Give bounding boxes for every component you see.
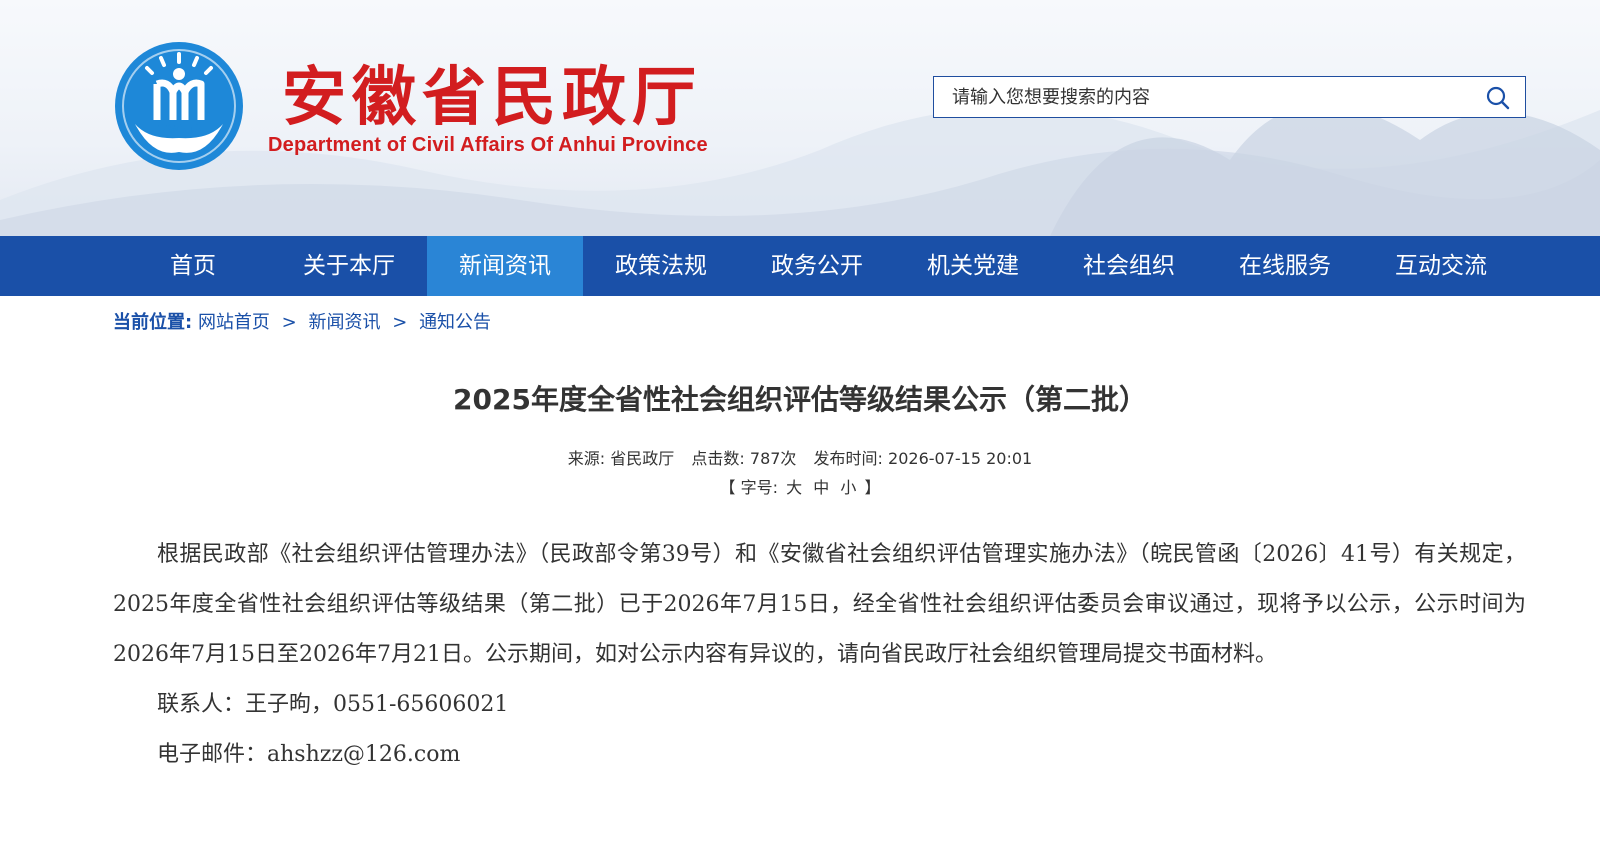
nav-item-news[interactable]: 新闻资讯 xyxy=(427,236,583,296)
breadcrumb-label: 当前位置: xyxy=(113,312,193,333)
font-size-switcher: 【 字号: 大 中 小 】 xyxy=(0,474,1600,498)
breadcrumb-link-news[interactable]: 新闻资讯 xyxy=(309,312,381,333)
nav-item-party[interactable]: 机关党建 xyxy=(895,236,1051,296)
font-size-small-button[interactable]: 小 xyxy=(840,478,856,497)
search-box xyxy=(933,76,1526,118)
contact-email: 电子邮件：ahshzz@126.com xyxy=(157,742,461,767)
site-header: 安徽民政 安徽省民政厅 Department of Civil Affairs … xyxy=(0,0,1600,236)
clicks-value: 787次 xyxy=(749,449,797,468)
clicks-label: 点击数: xyxy=(691,449,745,468)
breadcrumb-separator: > xyxy=(392,312,408,333)
breadcrumb-link-home[interactable]: 网站首页 xyxy=(198,312,270,333)
article-content: 根据民政部《社会组织评估管理办法》（民政部令第39号）和《安徽省社会组织评估管理… xyxy=(113,530,1526,780)
article-paragraph: 根据民政部《社会组织评估管理办法》（民政部令第39号）和《安徽省社会组织评估管理… xyxy=(113,542,1526,667)
nav-item-gov-affairs[interactable]: 政务公开 xyxy=(739,236,895,296)
article-meta: 来源: 省民政厅 点击数: 787次 发布时间: 2026-07-15 20:0… xyxy=(0,445,1600,469)
font-size-bracket-open: 【 xyxy=(719,478,736,497)
site-title: 安徽省民政厅 xyxy=(282,61,702,135)
main-nav: 首页 关于本厅 新闻资讯 政策法规 政务公开 机关党建 社会组织 在线服务 互动… xyxy=(0,236,1600,296)
breadcrumb-separator: > xyxy=(281,312,297,333)
nav-item-online-services[interactable]: 在线服务 xyxy=(1207,236,1363,296)
source-value: 省民政厅 xyxy=(610,449,675,468)
contact-person: 联系人：王子昫，0551-65606021 xyxy=(157,692,509,717)
article-title: 2025年度全省性社会组织评估等级结果公示（第二批） xyxy=(453,383,1147,416)
search-input[interactable] xyxy=(934,77,1454,117)
search-icon[interactable] xyxy=(1485,85,1511,111)
date-label: 发布时间: xyxy=(813,449,883,468)
font-size-large-button[interactable]: 大 xyxy=(786,478,802,497)
site-subtitle: Department of Civil Affairs Of Anhui Pro… xyxy=(268,134,708,156)
font-size-bracket-close: 】 xyxy=(864,478,881,497)
breadcrumb-link-notices[interactable]: 通知公告 xyxy=(419,312,491,333)
source-label: 来源: xyxy=(567,449,606,468)
font-size-label: 字号: xyxy=(740,478,779,497)
nav-item-interaction[interactable]: 互动交流 xyxy=(1363,236,1519,296)
nav-item-policy[interactable]: 政策法规 xyxy=(583,236,739,296)
font-size-medium-button[interactable]: 中 xyxy=(813,478,829,497)
nav-item-about[interactable]: 关于本厅 xyxy=(271,236,427,296)
nav-item-social-orgs[interactable]: 社会组织 xyxy=(1051,236,1207,296)
site-logo[interactable]: 安徽民政 xyxy=(113,40,245,172)
nav-item-home[interactable]: 首页 xyxy=(115,236,271,296)
date-value: 2026-07-15 20:01 xyxy=(888,449,1033,468)
svg-text:安徽民政: 安徽民政 xyxy=(157,122,201,136)
breadcrumb: 当前位置: 网站首页 > 新闻资讯 > 通知公告 xyxy=(113,308,491,334)
